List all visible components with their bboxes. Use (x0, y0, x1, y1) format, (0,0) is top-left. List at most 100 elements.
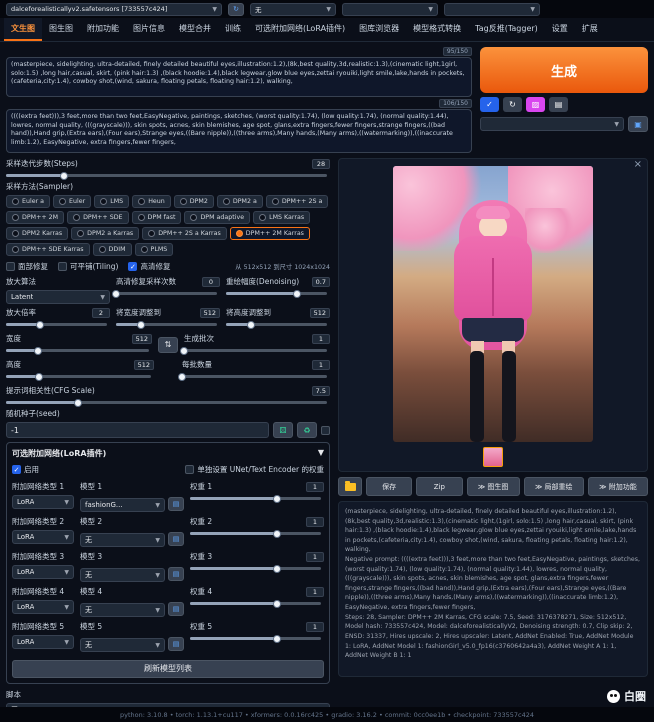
face-restore-checkbox[interactable]: 面部修复 (6, 261, 48, 272)
seed-input[interactable] (6, 422, 269, 438)
addnet-weight-slider-4-handle[interactable] (273, 600, 281, 608)
refresh-models-button[interactable]: 刷新模型列表 (12, 660, 324, 678)
batch-count-slider-value[interactable]: 1 (312, 334, 330, 344)
addnet-weight-slider-1-handle[interactable] (273, 495, 281, 503)
hires-steps-slider-track[interactable] (116, 292, 217, 295)
height-slider-track[interactable] (6, 375, 151, 378)
image-thumbnail[interactable] (483, 447, 503, 467)
addnet-type-select-3[interactable]: LoRA▼ (12, 565, 74, 579)
generate-button[interactable]: 生成 (480, 47, 648, 93)
topbar-select-2[interactable]: 无▼ (250, 3, 336, 16)
swap-dimensions-button[interactable]: ⇅ (158, 337, 178, 353)
height-slider-handle[interactable] (35, 373, 43, 381)
upscaler-select[interactable]: Latent ▼ (6, 290, 110, 304)
addnet-weight-slider-5-value[interactable]: 1 (306, 622, 324, 632)
send-to-inpaint-button[interactable]: ≫ 局部重绘 (524, 477, 584, 496)
tab-tagger[interactable]: Tag反推(Tagger) (468, 18, 545, 41)
sampler-option-dpm-2s-a[interactable]: DPM++ 2S a (266, 195, 329, 208)
addnet-weight-slider-3-value[interactable]: 1 (306, 552, 324, 562)
generated-image[interactable] (393, 166, 593, 442)
addnet-separate-weights-checkbox-box[interactable] (185, 465, 194, 474)
addnet-weight-slider-3-handle[interactable] (273, 565, 281, 573)
positive-prompt-input[interactable]: (masterpiece, sidelighting, ultra-detail… (6, 57, 472, 97)
seed-extra-checkbox[interactable] (321, 426, 330, 435)
sampler-option-lms-karras[interactable]: LMS Karras (253, 211, 310, 224)
addnet-weight-slider-1-track[interactable] (190, 497, 321, 500)
resize-width-slider-handle[interactable] (137, 321, 145, 329)
tab-settings[interactable]: 设置 (545, 18, 575, 41)
width-slider-value[interactable]: 512 (132, 334, 152, 344)
steps-slider-value[interactable]: 28 (312, 159, 330, 169)
extra-networks-button[interactable]: ▤ (549, 97, 568, 112)
sampler-option-dpm-fast[interactable]: DPM fast (132, 211, 182, 224)
sampler-option-dpm2-karras[interactable]: DPM2 Karras (6, 227, 68, 240)
refresh-checkpoint-button[interactable]: ↻ (228, 3, 244, 16)
resize-width-slider-value[interactable]: 512 (200, 308, 220, 318)
cfg-scale-slider-value[interactable]: 7.5 (312, 386, 330, 396)
addnet-model-select-5[interactable]: 无▼ (80, 638, 165, 652)
batch-size-slider-track[interactable] (182, 375, 327, 378)
batch-size-slider-handle[interactable] (178, 373, 186, 381)
hires-fix-checkbox[interactable]: ✓高清修复 (128, 261, 170, 272)
hires-steps-slider-value[interactable]: 0 (202, 277, 220, 287)
clear-prompt-button[interactable]: ↻ (503, 97, 522, 112)
batch-count-slider-track[interactable] (184, 349, 327, 352)
sampler-option-dpm-adaptive[interactable]: DPM adaptive (184, 211, 250, 224)
sampler-option-dpm-sde-karras[interactable]: DPM++ SDE Karras (6, 243, 90, 256)
addnet-weight-slider-3-track[interactable] (190, 567, 321, 570)
face-restore-checkbox-box[interactable] (6, 262, 15, 271)
open-folder-button[interactable] (338, 477, 362, 496)
denoising-slider-track[interactable] (226, 292, 327, 295)
addnet-model-info-button-3[interactable]: ▤ (168, 567, 184, 581)
save-style-button[interactable]: ▣ (628, 116, 648, 132)
addnet-weight-slider-2-handle[interactable] (273, 530, 281, 538)
batch-count-slider-handle[interactable] (180, 347, 188, 355)
addnet-separate-weights-checkbox[interactable]: 单独设置 UNet/Text Encoder 的权重 (185, 464, 324, 475)
sampler-option-plms[interactable]: PLMS (135, 243, 174, 256)
tab-extras[interactable]: 附加功能 (80, 18, 126, 41)
sampler-option-dpm-2m-karras[interactable]: DPM++ 2M Karras (230, 227, 310, 240)
send-to-img2img-button[interactable]: ≫ 图生图 (467, 477, 520, 496)
steps-slider-handle[interactable] (60, 172, 68, 180)
addnet-model-info-button-4[interactable]: ▤ (168, 602, 184, 616)
addnet-model-info-button-2[interactable]: ▤ (168, 532, 184, 546)
addnet-weight-slider-2-track[interactable] (190, 532, 321, 535)
addnet-weight-slider-1-value[interactable]: 1 (306, 482, 324, 492)
denoising-slider-handle[interactable] (293, 290, 301, 298)
addnet-enable-checkbox-box[interactable]: ✓ (12, 465, 21, 474)
upscale-by-slider-track[interactable] (6, 323, 107, 326)
sampler-option-lms[interactable]: LMS (94, 195, 129, 208)
tab-png-info[interactable]: 图片信息 (126, 18, 172, 41)
sampler-option-dpm2-a-karras[interactable]: DPM2 a Karras (71, 227, 139, 240)
resize-height-slider-track[interactable] (226, 323, 327, 326)
addnet-weight-slider-4-value[interactable]: 1 (306, 587, 324, 597)
negative-prompt-input[interactable]: ((((extra feet))),3 feet,more than two f… (6, 109, 472, 153)
apply-params-button[interactable]: ✓ (480, 97, 499, 112)
sampler-option-ddim[interactable]: DDIM (93, 243, 132, 256)
width-slider-track[interactable] (6, 349, 149, 352)
sampler-option-euler-a[interactable]: Euler a (6, 195, 50, 208)
tab-train[interactable]: 训练 (218, 18, 248, 41)
addnet-type-select-4[interactable]: LoRA▼ (12, 600, 74, 614)
sampler-option-dpm-sde[interactable]: DPM++ SDE (67, 211, 128, 224)
addnet-type-select-2[interactable]: LoRA▼ (12, 530, 74, 544)
tiling-checkbox[interactable]: 可平铺(Tiling) (58, 261, 118, 272)
addnet-weight-slider-2-value[interactable]: 1 (306, 517, 324, 527)
addnet-enable-checkbox[interactable]: ✓启用 (12, 464, 39, 475)
addnet-type-select-5[interactable]: LoRA▼ (12, 635, 74, 649)
sampler-option-euler[interactable]: Euler (53, 195, 91, 208)
tab-extensions[interactable]: 扩展 (575, 18, 605, 41)
addnet-model-select-1[interactable]: fashionG...▼ (80, 498, 165, 512)
sampler-option-dpm-2s-a-karras[interactable]: DPM++ 2S a Karras (142, 227, 227, 240)
addnet-model-select-2[interactable]: 无▼ (80, 533, 165, 547)
topbar-select-3[interactable]: ▼ (342, 3, 438, 16)
resize-height-slider-handle[interactable] (247, 321, 255, 329)
addnet-weight-slider-5-track[interactable] (190, 637, 321, 640)
tab-addnet[interactable]: 可选附加网络(LoRA插件) (248, 18, 352, 41)
sampler-option-dpm-2m[interactable]: DPM++ 2M (6, 211, 64, 224)
save-button[interactable]: 保存 (366, 477, 412, 496)
cfg-scale-slider-track[interactable] (6, 401, 327, 404)
sampler-option-heun[interactable]: Heun (132, 195, 171, 208)
topbar-select-1[interactable]: dalceforealisticallyv2.safetensors [7335… (6, 3, 222, 16)
tab-image-browser[interactable]: 图库浏览器 (352, 18, 406, 41)
